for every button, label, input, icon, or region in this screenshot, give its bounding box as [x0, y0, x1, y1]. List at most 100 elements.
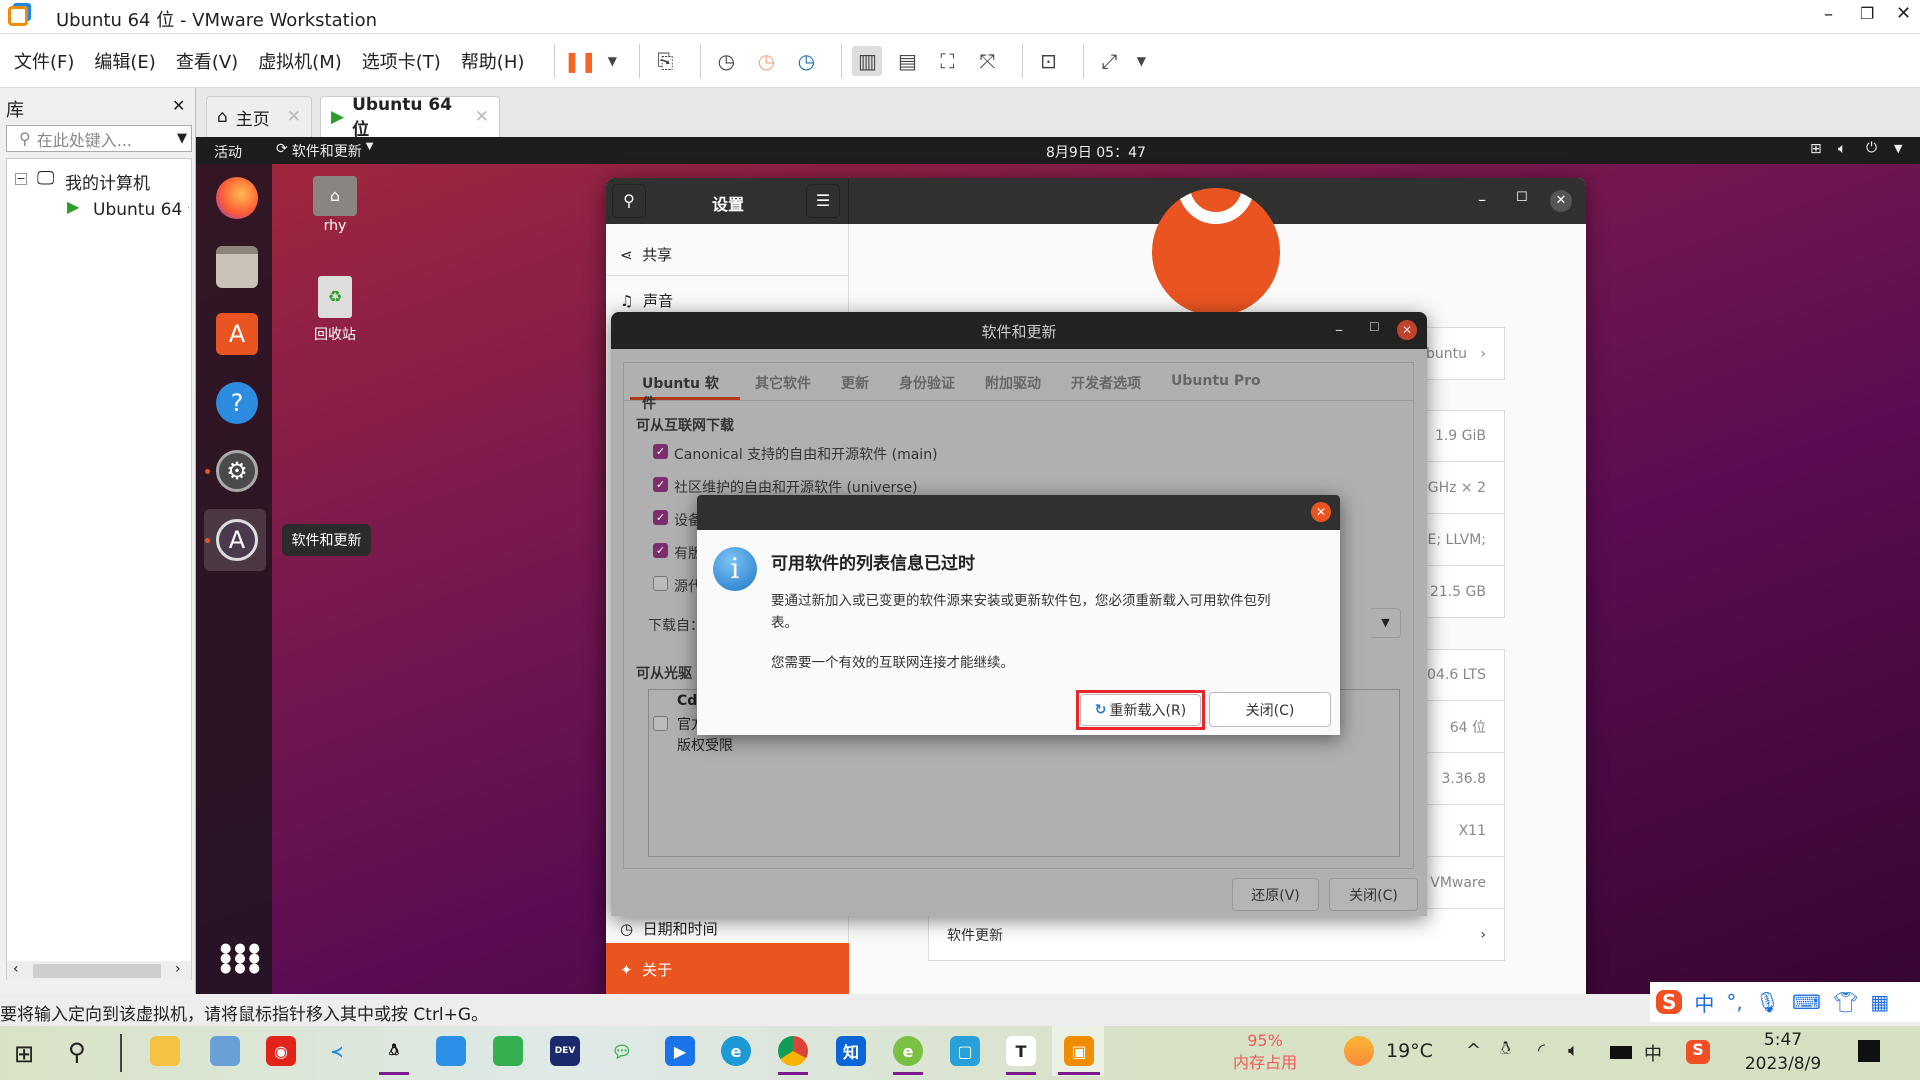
snapshot-manager-icon[interactable]: ◷	[791, 46, 821, 76]
apps-icon[interactable]: ▦	[1870, 990, 1889, 1014]
send-ctrl-alt-del-icon[interactable]: ⎘	[650, 46, 680, 76]
library-search[interactable]: ⚲ 在此处键入... ▼	[6, 125, 192, 152]
tree-ubuntu-vm[interactable]: Ubuntu 64 位	[93, 195, 189, 220]
app-icon[interactable]: ▶	[665, 1036, 695, 1066]
scroll-thumb[interactable]	[33, 964, 161, 978]
wechat-icon[interactable]: 💬︎	[607, 1036, 637, 1066]
sidebar-item-datetime[interactable]: ◷ 日期和时间	[606, 920, 718, 938]
restore-button[interactable]: ❐	[1860, 4, 1874, 23]
minimize-button[interactable]: –	[1478, 190, 1486, 209]
scroll-right-icon[interactable]: ›	[175, 961, 181, 977]
option-main[interactable]: ✓ Canonical 支持的自由和开源软件 (main)	[653, 444, 938, 464]
checkbox-checked-icon[interactable]: ✓	[653, 543, 668, 558]
help-icon[interactable]: ?	[216, 382, 258, 424]
option-source[interactable]: 源代	[653, 576, 702, 596]
battery-icon[interactable]	[1610, 1046, 1632, 1059]
close-button[interactable]: ✕	[1397, 320, 1417, 340]
vmware-icon[interactable]: ▣	[1064, 1036, 1094, 1066]
qq-tray-icon[interactable]: 🐧︎	[1500, 1038, 1511, 1061]
sogou-icon[interactable]: S	[1656, 990, 1683, 1014]
bilibili-icon[interactable]: ▢	[950, 1036, 980, 1066]
close-icon[interactable]: ✕	[475, 107, 489, 127]
download-server-dropdown[interactable]: ▼	[1371, 608, 1401, 638]
sidebar-item-sound[interactable]: ♫ 声音	[606, 290, 673, 311]
search-button[interactable]: ⚲	[612, 184, 646, 218]
maximize-button[interactable]: ☐	[1369, 320, 1380, 334]
punctuation-icon[interactable]: °,	[1726, 990, 1742, 1014]
settings-icon[interactable]: ⚙	[216, 450, 258, 492]
ime-toolbar[interactable]: S 中 °, 🎙︎ ⌨ 👕︎ ▦	[1650, 982, 1920, 1022]
close-icon[interactable]: ✕	[287, 107, 301, 127]
software-center-icon[interactable]: A	[216, 313, 258, 355]
checkbox-unchecked-icon[interactable]	[653, 716, 668, 731]
menu-tabs[interactable]: 选项卡(T)	[362, 48, 441, 74]
app-icon[interactable]	[493, 1036, 523, 1066]
close-button[interactable]: 关闭(C)	[1329, 878, 1418, 911]
ime-chinese-icon[interactable]: 中	[1694, 988, 1714, 1017]
keyboard-icon[interactable]: ⌨	[1792, 990, 1821, 1014]
close-icon[interactable]: ✕	[172, 96, 185, 115]
close-button[interactable]: ✕	[1550, 190, 1572, 212]
tab-ubuntu-pro[interactable]: Ubuntu Pro	[1156, 363, 1276, 400]
close-button[interactable]: ✕	[1896, 3, 1911, 24]
chrome-icon[interactable]	[778, 1036, 808, 1066]
vmware-remote-icon[interactable]	[210, 1036, 240, 1066]
ime-indicator[interactable]: 中	[1644, 1040, 1662, 1066]
horizontal-scrollbar[interactable]: ‹ ›	[7, 961, 191, 981]
files-icon[interactable]	[216, 246, 258, 288]
snapshot-icon[interactable]: ◷	[711, 46, 741, 76]
sidebar-item-sharing[interactable]: ⋖ 共享	[606, 224, 849, 276]
unity-icon[interactable]: ⤧	[972, 46, 1002, 76]
fullscreen-icon[interactable]: ⛶	[932, 46, 962, 76]
tab-authentication[interactable]: 身份验证	[884, 363, 970, 400]
weather-temp[interactable]: 19°C	[1386, 1040, 1433, 1062]
trash-icon[interactable]: ♻	[318, 276, 352, 318]
checkbox-checked-icon[interactable]: ✓	[653, 477, 668, 492]
notification-icon[interactable]	[1858, 1040, 1880, 1062]
menu-edit[interactable]: 编辑(E)	[94, 48, 155, 74]
menu-view[interactable]: 查看(V)	[176, 48, 238, 74]
devcpp-icon[interactable]: DEV	[550, 1036, 580, 1066]
chevron-down-icon[interactable]: ▼	[177, 131, 187, 146]
show-apps-icon[interactable]: ●●● ●●● ●●●	[220, 942, 263, 975]
skin-icon[interactable]: 👕︎	[1833, 990, 1858, 1014]
thumbnail-view-icon[interactable]: ▤	[892, 46, 922, 76]
checkbox-checked-icon[interactable]: ✓	[653, 510, 668, 525]
tree-my-computer[interactable]: 我的计算机	[65, 169, 150, 194]
activities-button[interactable]: 活动	[214, 142, 242, 162]
hamburger-menu-button[interactable]: ☰	[806, 184, 840, 218]
app-icon[interactable]	[436, 1036, 466, 1066]
app-menu[interactable]: ⟳ 软件和更新 ▼	[276, 141, 373, 161]
file-explorer-icon[interactable]	[150, 1036, 180, 1066]
tab-additional-drivers[interactable]: 附加驱动	[970, 363, 1056, 400]
microphone-icon[interactable]: 🎙︎	[1755, 990, 1780, 1014]
tab-home[interactable]: ⌂ 主页 ✕	[206, 96, 312, 137]
menu-file[interactable]: 文件(F)	[14, 48, 74, 74]
checkbox-unchecked-icon[interactable]	[653, 576, 668, 591]
chevron-down-icon[interactable]: ▼	[1134, 46, 1148, 76]
firefox-icon[interactable]	[216, 177, 258, 219]
search-icon[interactable]: ⚲	[68, 1038, 86, 1066]
maximize-button[interactable]: ☐	[1516, 190, 1528, 205]
tab-developer-options[interactable]: 开发者选项	[1056, 363, 1156, 400]
tab-ubuntu[interactable]: ▶ Ubuntu 64 位 ✕	[320, 95, 500, 140]
edge-icon[interactable]: e	[721, 1036, 751, 1066]
pause-icon[interactable]: ❚❚	[564, 46, 598, 76]
minimize-button[interactable]: –	[1335, 320, 1343, 339]
sidebar-item-about[interactable]: ✦ 关于	[606, 943, 849, 994]
qq-icon[interactable]: 🐧︎	[379, 1036, 409, 1066]
dialog-close-button[interactable]: 关闭(C)	[1209, 692, 1331, 727]
checkbox-checked-icon[interactable]: ✓	[653, 444, 668, 459]
console-icon[interactable]: ⊡	[1033, 46, 1063, 76]
volume-icon[interactable]: 🔈︎	[1568, 1040, 1579, 1061]
option-multiverse[interactable]: ✓ 有版	[653, 543, 702, 563]
library-view-icon[interactable]: ▥	[852, 45, 883, 76]
option-restricted[interactable]: ✓ 设备	[653, 510, 702, 530]
chevron-down-icon[interactable]: ▼	[605, 46, 619, 76]
vscode-icon[interactable]: ≺	[322, 1036, 352, 1066]
option-universe[interactable]: ✓ 社区维护的自由和开源软件 (universe)	[653, 477, 918, 497]
software-updates-icon[interactable]: A	[216, 519, 258, 561]
revert-button[interactable]: 还原(V)	[1232, 878, 1319, 911]
chevron-down-icon[interactable]: ▼	[1894, 142, 1902, 155]
software-updates-row[interactable]: 软件更新 ›	[928, 909, 1505, 961]
